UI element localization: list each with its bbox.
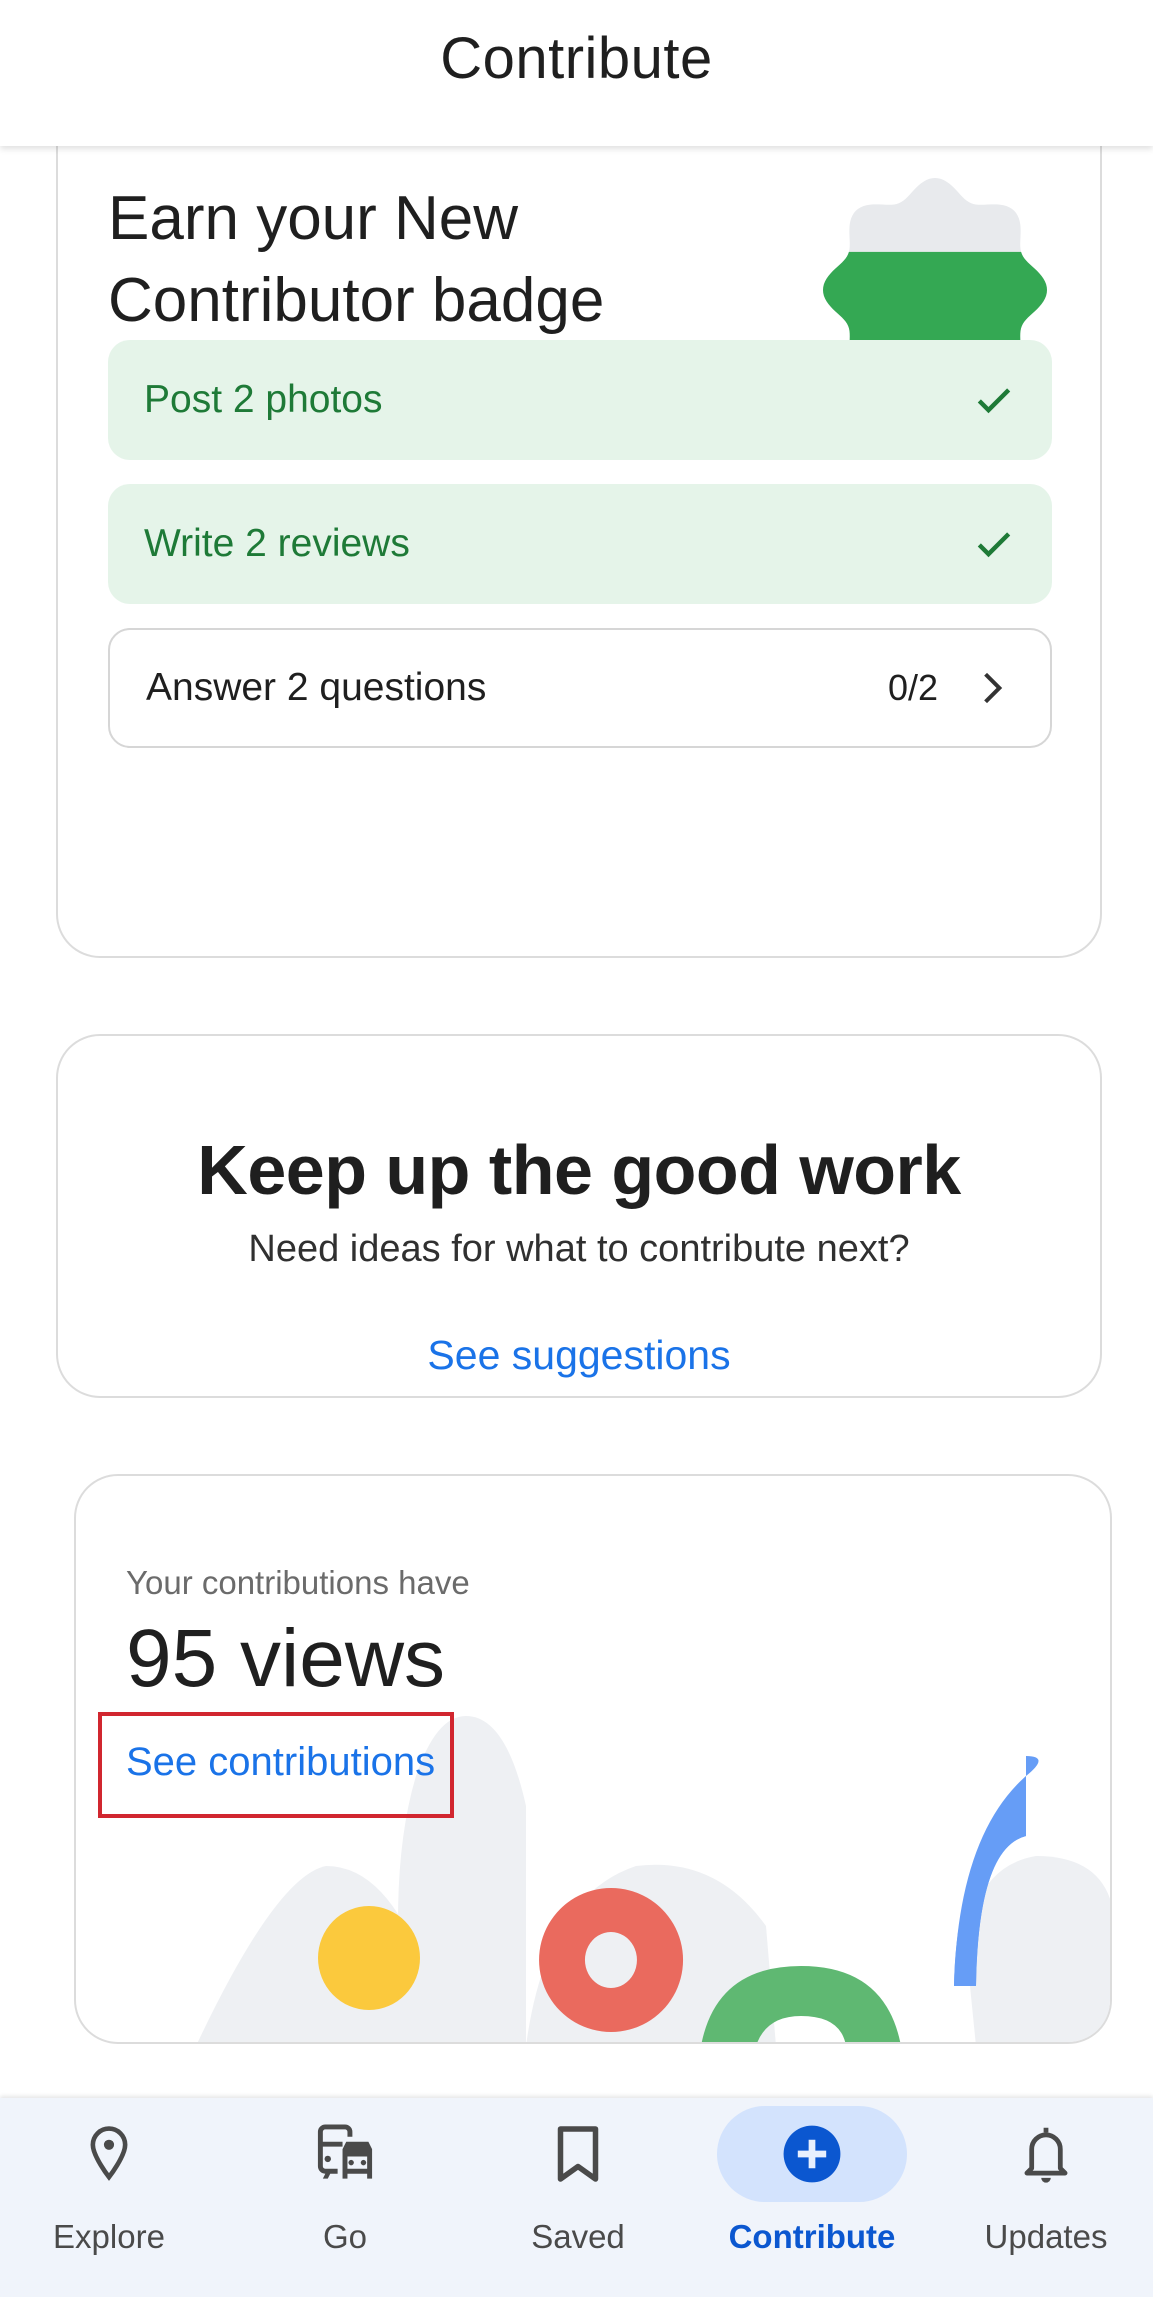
- see-suggestions-link[interactable]: See suggestions: [58, 1332, 1100, 1379]
- page-title: Contribute: [440, 25, 713, 91]
- task-post-photos[interactable]: Post 2 photos: [108, 340, 1052, 460]
- see-contributions-link[interactable]: See contributions: [126, 1740, 435, 1785]
- nav-explore[interactable]: Explore: [9, 2098, 209, 2297]
- contribution-views-card: Your contributions have 95 views See con…: [74, 1474, 1112, 2044]
- nav-icon-container: [14, 2106, 204, 2202]
- badge-title-line1: Earn your New: [108, 184, 519, 253]
- badge-title-line2: Contributor badge: [108, 266, 605, 335]
- nav-label: Explore: [53, 2218, 165, 2255]
- keep-up-title: Keep up the good work: [197, 1131, 961, 1209]
- check-icon: [972, 378, 1016, 422]
- task-label: Write 2 reviews: [144, 522, 410, 565]
- bell-icon: [1024, 2127, 1068, 2183]
- nav-icon-container: [250, 2106, 440, 2202]
- views-label: Your contributions have: [126, 1564, 470, 1601]
- bottom-navigation: Explore Go Saved Contribute Updates: [0, 2098, 1153, 2297]
- task-write-reviews[interactable]: Write 2 reviews: [108, 484, 1052, 604]
- task-answer-questions[interactable]: Answer 2 questions 0/2: [108, 628, 1052, 748]
- new-contributor-badge-card: Earn your New Contributor badge Get star…: [56, 100, 1102, 958]
- keep-up-card: Keep up the good work Need ideas for wha…: [56, 1034, 1102, 1398]
- location-pin-icon: [90, 2126, 128, 2181]
- task-label: Answer 2 questions: [146, 666, 487, 709]
- nav-label: Go: [322, 2218, 368, 2255]
- nav-label: Contribute: [728, 2218, 896, 2255]
- add-circle-icon: [783, 2125, 841, 2183]
- nav-saved[interactable]: Saved: [478, 2098, 678, 2297]
- yellow-circle-shape: [318, 1906, 420, 2010]
- task-label: Post 2 photos: [144, 378, 383, 421]
- nav-contribute[interactable]: Contribute: [712, 2098, 912, 2297]
- nav-go[interactable]: Go: [245, 2098, 445, 2297]
- nav-label: Saved: [531, 2218, 625, 2255]
- bookmark-icon: [557, 2126, 599, 2182]
- keep-up-subtitle: Need ideas for what to contribute next?: [248, 1228, 910, 1270]
- chevron-right-icon: [970, 666, 1014, 710]
- nav-icon-container: [951, 2106, 1141, 2202]
- check-icon: [972, 522, 1016, 566]
- commute-icon: [317, 2124, 373, 2179]
- nav-icon-container: [483, 2106, 673, 2202]
- nav-icon-container: [717, 2106, 907, 2202]
- nav-updates[interactable]: Updates: [946, 2098, 1146, 2297]
- badge-card-title: Earn your New Contributor badge: [108, 178, 604, 342]
- views-count: 95 views: [126, 1613, 446, 1704]
- nav-label: Updates: [984, 2218, 1108, 2255]
- top-app-bar: Contribute: [0, 0, 1153, 146]
- task-progress: 0/2: [887, 667, 938, 708]
